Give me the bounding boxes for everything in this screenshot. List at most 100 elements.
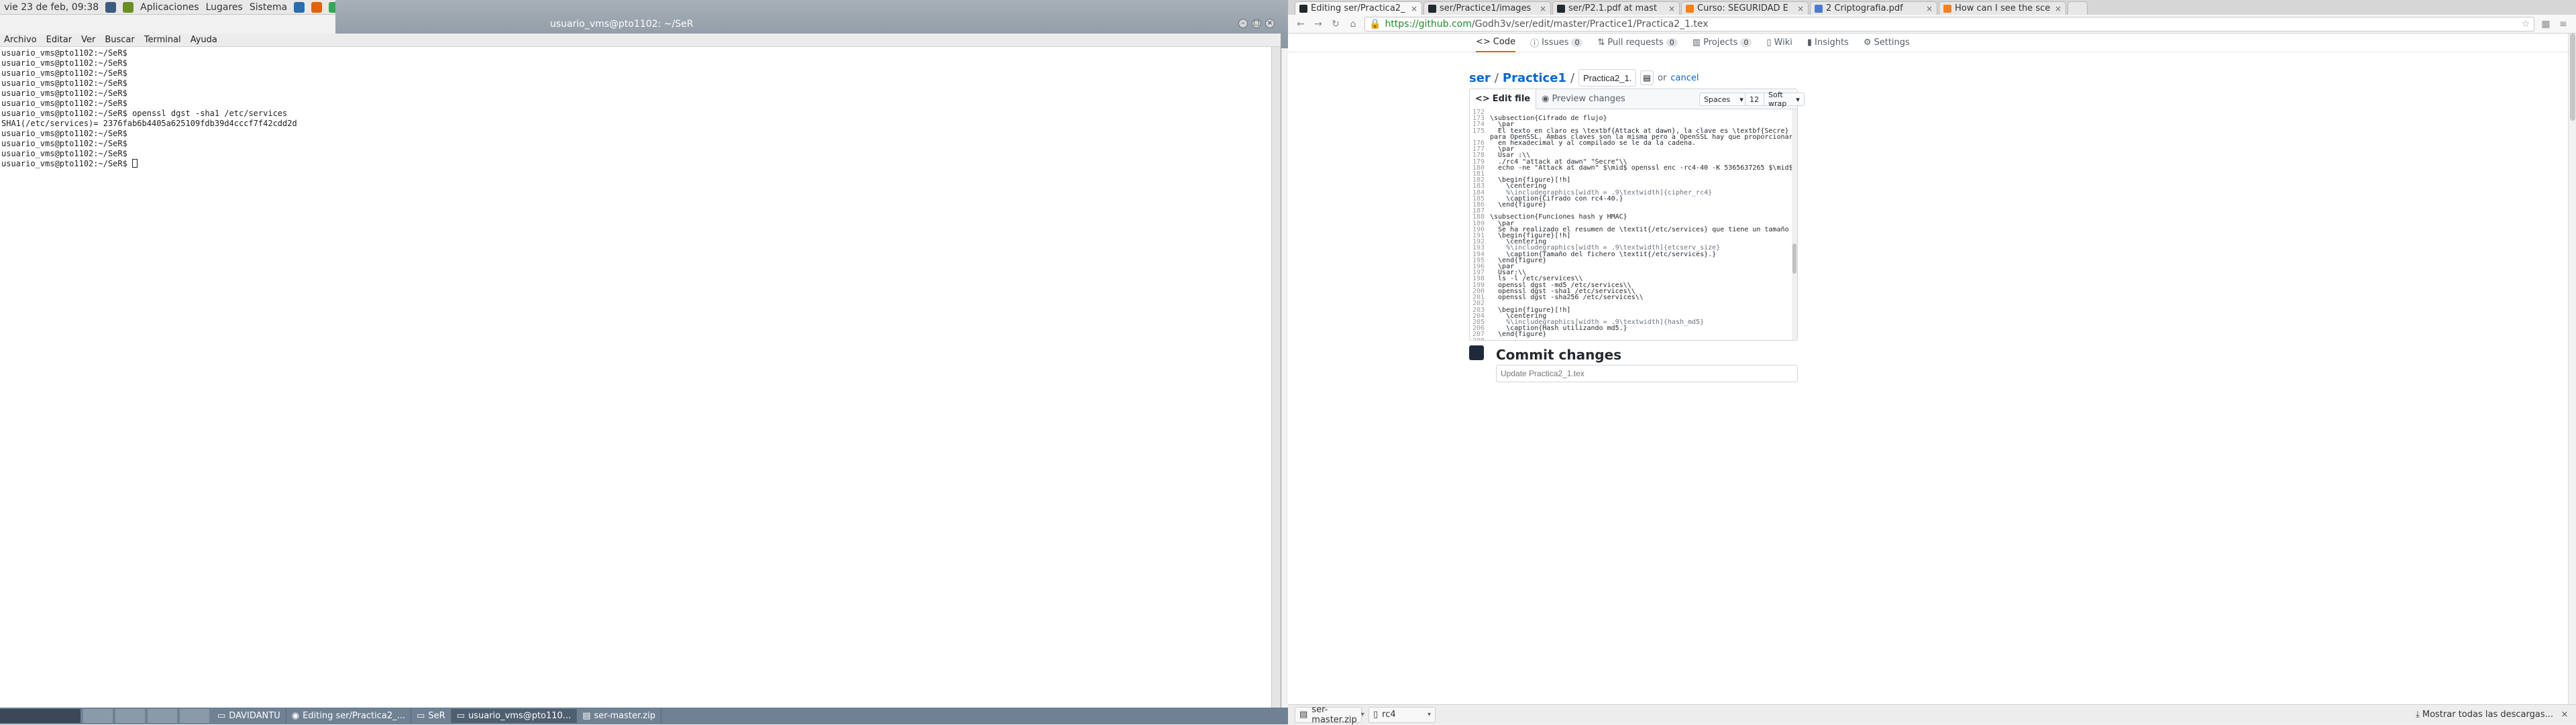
- taskbar-item-browser[interactable]: ◉ Editing ser/Practica2_...: [286, 709, 412, 723]
- breadcrumb-repo-link[interactable]: ser: [1469, 71, 1491, 85]
- gear-icon: ⚙: [1863, 38, 1872, 48]
- menu-terminal[interactable]: Terminal: [144, 35, 181, 45]
- code-line[interactable]: 176 en hexadecimal y al compilado se le …: [1470, 140, 1792, 146]
- close-icon[interactable]: ×: [1797, 4, 1804, 13]
- menu-ver[interactable]: Ver: [81, 35, 95, 45]
- terminal-line: usuario_vms@pto1102:~/SeR$: [1, 68, 127, 78]
- help-icon[interactable]: [294, 1, 305, 13]
- code-line[interactable]: 208: [1470, 337, 1792, 340]
- code-line[interactable]: 180 echo -ne "Attack at dawn" $\mid$ ope…: [1470, 164, 1792, 171]
- indent-mode-select[interactable]: Spaces ▾: [1699, 93, 1748, 106]
- code-line[interactable]: 186 \end{figure}: [1470, 201, 1792, 208]
- show-all-downloads-link[interactable]: ⤓ Mostrar todas las descargas...: [2416, 710, 2553, 720]
- breadcrumb-folder-link[interactable]: Practice1: [1503, 71, 1566, 85]
- tab-preview-changes[interactable]: ◉ Preview changes: [1536, 89, 1631, 109]
- download-item[interactable]: ▯ rc4 ▾: [1368, 706, 1436, 723]
- tab-projects[interactable]: ▥ Projects 0: [1693, 38, 1752, 48]
- workspace-4[interactable]: [180, 709, 209, 723]
- chevron-down-icon[interactable]: ▾: [1428, 711, 1431, 718]
- launcher-icon[interactable]: [105, 1, 117, 13]
- terminal-line: usuario_vms@pto1102:~/SeR$: [1, 48, 127, 58]
- maximize-icon[interactable]: □: [1252, 19, 1261, 28]
- tab-issues[interactable]: ⓘ Issues 0: [1530, 36, 1583, 49]
- back-icon[interactable]: ←: [1295, 19, 1307, 30]
- workspace-switcher[interactable]: [0, 709, 80, 723]
- pull-requests-count: 0: [1666, 38, 1678, 47]
- terminal-output[interactable]: usuario_vms@pto1102:~/SeR$ usuario_vms@pt…: [0, 47, 1271, 708]
- tab-edit-file[interactable]: <> Edit file: [1470, 89, 1537, 109]
- menu-buscar[interactable]: Buscar: [105, 35, 134, 45]
- workspace-1[interactable]: [83, 709, 113, 723]
- places-menu[interactable]: Lugares: [206, 2, 243, 13]
- close-icon[interactable]: ×: [1926, 4, 1933, 13]
- browser-tab[interactable]: How can I see the sce ×: [1939, 1, 2066, 15]
- editor-scrollbar[interactable]: [1792, 109, 1797, 340]
- code-line[interactable]: 207 \end{figure}: [1470, 331, 1792, 338]
- menu-ayuda[interactable]: Ayuda: [191, 35, 217, 45]
- tab-insights[interactable]: ▮ Insights: [1807, 38, 1849, 48]
- new-tab-button[interactable]: [2068, 1, 2088, 15]
- bookmark-star-icon[interactable]: ☆: [2521, 19, 2530, 30]
- tab-pull-requests[interactable]: ⇅ Pull requests 0: [1597, 38, 1678, 48]
- close-icon[interactable]: ×: [1668, 4, 1675, 13]
- cancel-link[interactable]: cancel: [1670, 73, 1699, 83]
- datetime-label[interactable]: vie 23 de feb, 09:38: [4, 2, 99, 13]
- terminal-prompt: usuario_vms@pto1102:~/SeR$: [1, 159, 133, 168]
- lock-icon[interactable]: 🔒: [1369, 19, 1381, 30]
- issues-count: 0: [1571, 38, 1583, 47]
- terminal-scrollbar[interactable]: [1271, 47, 1281, 708]
- folder-icon: ▭: [217, 711, 226, 721]
- close-icon[interactable]: ×: [2560, 710, 2569, 720]
- close-icon[interactable]: ×: [1540, 4, 1546, 13]
- close-icon[interactable]: ×: [1411, 4, 1417, 13]
- forward-icon[interactable]: →: [1312, 19, 1324, 30]
- code-line[interactable]: 173 \subsection{Cifrado de flujo}: [1470, 115, 1792, 122]
- code-line[interactable]: 201 openssl dgst -sha256 /etc/services\\: [1470, 294, 1792, 300]
- code-line[interactable]: 188 \subsection{Funciones hash y HMAC}: [1470, 214, 1792, 221]
- extension-icon[interactable]: ▦: [2540, 19, 2552, 30]
- reload-icon[interactable]: ↻: [1330, 19, 1342, 30]
- close-icon[interactable]: ×: [2055, 4, 2061, 13]
- file-options-icon[interactable]: ▤: [1640, 70, 1654, 85]
- taskbar-item-folder[interactable]: ▭ DAVIDANTU: [212, 709, 286, 723]
- browser-tab[interactable]: Editing ser/Practica2_ ×: [1295, 1, 1422, 15]
- tab-code[interactable]: <> Code: [1476, 34, 1516, 52]
- menu-icon[interactable]: ≡: [2557, 19, 2569, 30]
- code-line[interactable]: 195 \end{figure}: [1470, 257, 1792, 264]
- close-icon[interactable]: ×: [1265, 19, 1275, 28]
- filename-input[interactable]: [1578, 69, 1637, 87]
- home-icon[interactable]: ⌂: [1347, 19, 1359, 30]
- taskbar-item-zip[interactable]: ▤ ser-master.zip: [577, 709, 661, 723]
- github-icon: [1428, 4, 1436, 13]
- taskbar-item-terminal[interactable]: ▭ usuario_vms@pto110...: [451, 709, 578, 723]
- tab-wiki[interactable]: ▯ Wiki: [1766, 38, 1792, 48]
- archive-icon: ▤: [1299, 710, 1308, 720]
- taskbar-item-ser[interactable]: ▭ SeR: [411, 709, 451, 723]
- browser-tab[interactable]: ser/P2.1.pdf at mast ×: [1552, 1, 1680, 15]
- download-icon: ⤓: [2416, 710, 2420, 720]
- menu-editar[interactable]: Editar: [46, 35, 72, 45]
- code-area[interactable]: 172 173 \subsection{Cifrado de flujo} 174 \…: [1470, 109, 1792, 340]
- browser-tab[interactable]: 2 Criptografia.pdf ×: [1810, 1, 1937, 15]
- projects-count: 0: [1740, 38, 1752, 47]
- menu-archivo[interactable]: Archivo: [4, 35, 37, 45]
- workspace-2[interactable]: [115, 709, 145, 723]
- workspace-3[interactable]: [148, 709, 177, 723]
- applications-menu[interactable]: Aplicaciones: [140, 2, 199, 13]
- system-menu[interactable]: Sistema: [250, 2, 287, 13]
- page-scrollbar-thumb[interactable]: [2570, 34, 2575, 121]
- editor-scrollbar-thumb[interactable]: [1792, 243, 1796, 274]
- browser-tab[interactable]: Curso: SEGURIDAD E ×: [1681, 1, 1809, 15]
- download-item[interactable]: ▤ ser-master.zip ▾: [1295, 705, 1364, 725]
- firefox-icon[interactable]: [311, 1, 323, 13]
- address-bar[interactable]: 🔒 https://github.com/Godh3v/ser/edit/mas…: [1364, 16, 2534, 32]
- browser-tab[interactable]: ser/Practice1/images ×: [1424, 1, 1551, 15]
- page-scrollbar[interactable]: [2568, 34, 2576, 704]
- commit-summary-input[interactable]: [1496, 365, 1798, 382]
- wrap-mode-select[interactable]: Soft wrap ▾: [1764, 91, 1805, 108]
- minimize-icon[interactable]: –: [1238, 19, 1248, 28]
- line-number: 208: [1470, 337, 1490, 340]
- chevron-down-icon[interactable]: ▾: [1361, 711, 1364, 718]
- tab-settings[interactable]: ⚙ Settings: [1864, 38, 1910, 48]
- gnome-bottom-panel: ▭ DAVIDANTU ◉ Editing ser/Practica2_... ▭ S…: [0, 708, 1288, 724]
